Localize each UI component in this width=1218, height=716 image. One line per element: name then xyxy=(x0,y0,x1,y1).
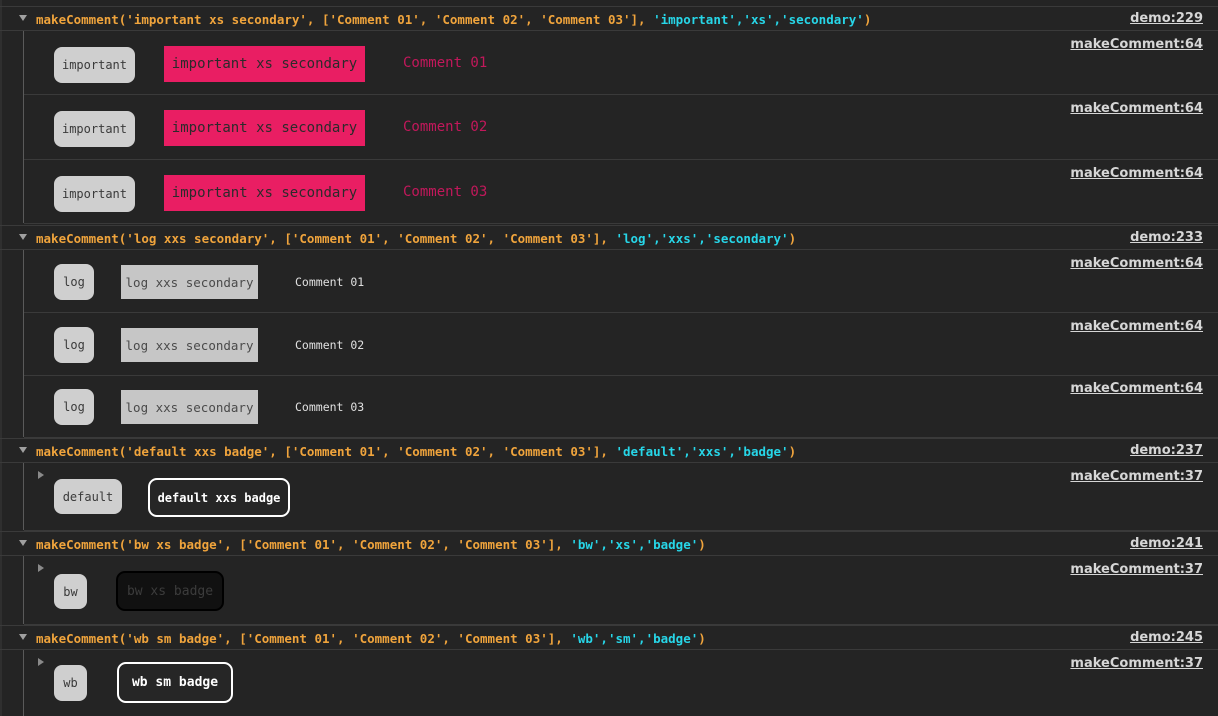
log-row: makeComment:37 wb wb sm badge xyxy=(24,650,1218,716)
call-args: 'wb','sm','badge' xyxy=(570,631,699,646)
call-suffix: ) xyxy=(698,537,706,552)
label-pill: log xyxy=(54,264,94,300)
styled-message-log: log xxs secondary xyxy=(121,328,258,362)
label-pill: log xyxy=(54,327,94,363)
log-row: makeComment:64 important important xs se… xyxy=(24,95,1218,160)
source-link[interactable]: demo:229 xyxy=(1130,11,1203,26)
call-prefix: makeComment('important xs secondary', ['… xyxy=(36,12,654,27)
call-prefix: makeComment('log xxs secondary', ['Comme… xyxy=(36,231,616,246)
source-link[interactable]: demo:245 xyxy=(1130,630,1203,645)
console-group-header[interactable]: makeComment('default xxs badge', ['Comme… xyxy=(0,438,1218,463)
call-prefix: makeComment('wb sm badge', ['Comment 01'… xyxy=(36,631,571,646)
console-gutter xyxy=(0,0,2,716)
source-link[interactable]: demo:241 xyxy=(1130,536,1203,551)
call-suffix: ) xyxy=(788,231,797,246)
call-args: 'log','xxs','secondary' xyxy=(615,231,789,246)
source-link[interactable]: makeComment:37 xyxy=(1070,562,1203,577)
group-call-text: makeComment('important xs secondary', ['… xyxy=(36,12,871,27)
triangle-right-icon[interactable] xyxy=(38,658,44,666)
comment-text: Comment 02 xyxy=(295,338,365,352)
triangle-down-icon[interactable] xyxy=(19,540,27,546)
source-link[interactable]: makeComment:64 xyxy=(1070,319,1203,334)
group-call-text: makeComment('bw xs badge', ['Comment 01'… xyxy=(36,537,706,552)
source-link[interactable]: makeComment:64 xyxy=(1070,381,1203,396)
source-link[interactable]: makeComment:64 xyxy=(1070,256,1203,271)
log-row: makeComment:37 default default xxs badge xyxy=(24,463,1218,531)
log-row: makeComment:64 log log xxs secondary Com… xyxy=(24,313,1218,376)
source-link[interactable]: makeComment:64 xyxy=(1070,37,1203,52)
styled-message-important: important xs secondary xyxy=(164,175,365,211)
log-row: makeComment:64 important important xs se… xyxy=(24,160,1218,224)
styled-message-important: important xs secondary xyxy=(164,46,365,82)
triangle-down-icon[interactable] xyxy=(19,15,27,21)
call-suffix: ) xyxy=(863,12,872,27)
call-args: 'bw','xs','badge' xyxy=(570,537,699,552)
source-link[interactable]: makeComment:64 xyxy=(1070,101,1203,116)
source-link[interactable]: demo:233 xyxy=(1130,230,1203,245)
styled-message-badge: wb sm badge xyxy=(117,662,233,703)
styled-message-important: important xs secondary xyxy=(164,110,365,146)
call-prefix: makeComment('default xxs badge', ['Comme… xyxy=(36,444,616,459)
styled-message-badge: bw xs badge xyxy=(116,571,224,611)
call-prefix: makeComment('bw xs badge', ['Comment 01'… xyxy=(36,537,571,552)
call-suffix: ) xyxy=(788,444,797,459)
call-suffix: ) xyxy=(698,631,706,646)
styled-message-log: log xxs secondary xyxy=(121,390,258,424)
call-args: 'important','xs','secondary' xyxy=(653,12,864,27)
log-row: makeComment:64 log log xxs secondary Com… xyxy=(24,250,1218,313)
log-row: makeComment:64 important important xs se… xyxy=(24,31,1218,95)
comment-text: Comment 01 xyxy=(403,55,488,71)
log-row: makeComment:64 log log xxs secondary Com… xyxy=(24,376,1218,438)
log-row: makeComment:37 bw bw xs badge xyxy=(24,556,1218,625)
label-pill: important xyxy=(54,176,135,212)
console-group-header[interactable]: makeComment('important xs secondary', ['… xyxy=(0,6,1218,31)
source-link[interactable]: makeComment:37 xyxy=(1070,469,1203,484)
console-group-header[interactable]: makeComment('wb sm badge', ['Comment 01'… xyxy=(0,625,1218,650)
comment-text: Comment 02 xyxy=(403,119,488,135)
styled-message-log: log xxs secondary xyxy=(121,265,258,299)
triangle-down-icon[interactable] xyxy=(19,234,27,240)
label-pill: important xyxy=(54,111,135,147)
group-call-text: makeComment('wb sm badge', ['Comment 01'… xyxy=(36,631,706,646)
label-pill: bw xyxy=(54,574,87,609)
triangle-down-icon[interactable] xyxy=(19,634,27,640)
triangle-down-icon[interactable] xyxy=(19,447,27,453)
comment-text: Comment 01 xyxy=(295,275,365,289)
console-group-header[interactable]: makeComment('log xxs secondary', ['Comme… xyxy=(0,225,1218,250)
console-group-header[interactable]: makeComment('bw xs badge', ['Comment 01'… xyxy=(0,531,1218,556)
source-link[interactable]: makeComment:37 xyxy=(1070,656,1203,671)
triangle-right-icon[interactable] xyxy=(38,471,44,479)
comment-text: Comment 03 xyxy=(403,184,488,200)
styled-message-badge: default xxs badge xyxy=(148,478,290,517)
comment-text: Comment 03 xyxy=(295,400,365,414)
group-call-text: makeComment('default xxs badge', ['Comme… xyxy=(36,444,796,459)
source-link[interactable]: makeComment:64 xyxy=(1070,166,1203,181)
label-pill: default xyxy=(54,479,122,514)
label-pill: wb xyxy=(54,665,87,701)
group-call-text: makeComment('log xxs secondary', ['Comme… xyxy=(36,231,796,246)
triangle-right-icon[interactable] xyxy=(38,564,44,572)
label-pill: log xyxy=(54,389,94,425)
label-pill: important xyxy=(54,47,135,83)
call-args: 'default','xxs','badge' xyxy=(615,444,789,459)
source-link[interactable]: demo:237 xyxy=(1130,443,1203,458)
